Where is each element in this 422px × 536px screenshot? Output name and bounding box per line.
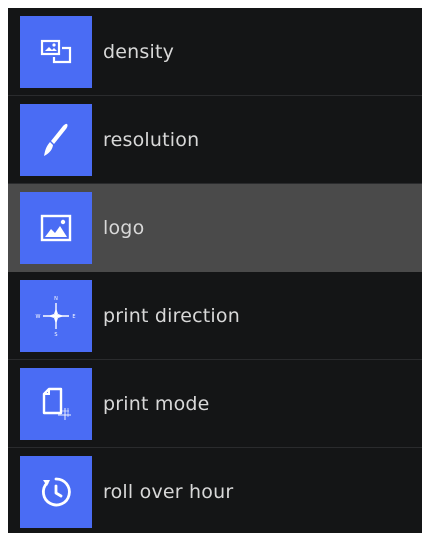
menu-item-resolution[interactable]: resolution	[8, 96, 422, 184]
menu-item-label: logo	[103, 217, 145, 239]
document-icon	[20, 368, 92, 440]
menu-item-label: print mode	[103, 393, 210, 415]
settings-menu: density resolution logo N W E S print di…	[8, 8, 422, 533]
picture-icon	[20, 192, 92, 264]
compass-letter-n: N	[54, 296, 58, 302]
menu-item-roll-over-hour[interactable]: roll over hour	[8, 448, 422, 533]
paintbrush-icon	[20, 104, 92, 176]
menu-item-print-mode[interactable]: print mode	[8, 360, 422, 448]
menu-item-print-direction[interactable]: N W E S print direction	[8, 272, 422, 360]
compass-letter-s: S	[54, 332, 57, 338]
menu-item-label: resolution	[103, 129, 200, 151]
compass-letter-e: E	[72, 314, 75, 320]
compass-letter-w: W	[36, 314, 41, 320]
compass-icon: N W E S	[20, 280, 92, 352]
image-stack-icon	[20, 16, 92, 88]
menu-item-label: print direction	[103, 305, 240, 327]
clock-rollover-icon	[20, 456, 92, 528]
menu-item-label: roll over hour	[103, 481, 234, 503]
menu-item-label: density	[103, 41, 175, 63]
menu-item-logo[interactable]: logo	[8, 184, 422, 272]
menu-item-density[interactable]: density	[8, 8, 422, 96]
